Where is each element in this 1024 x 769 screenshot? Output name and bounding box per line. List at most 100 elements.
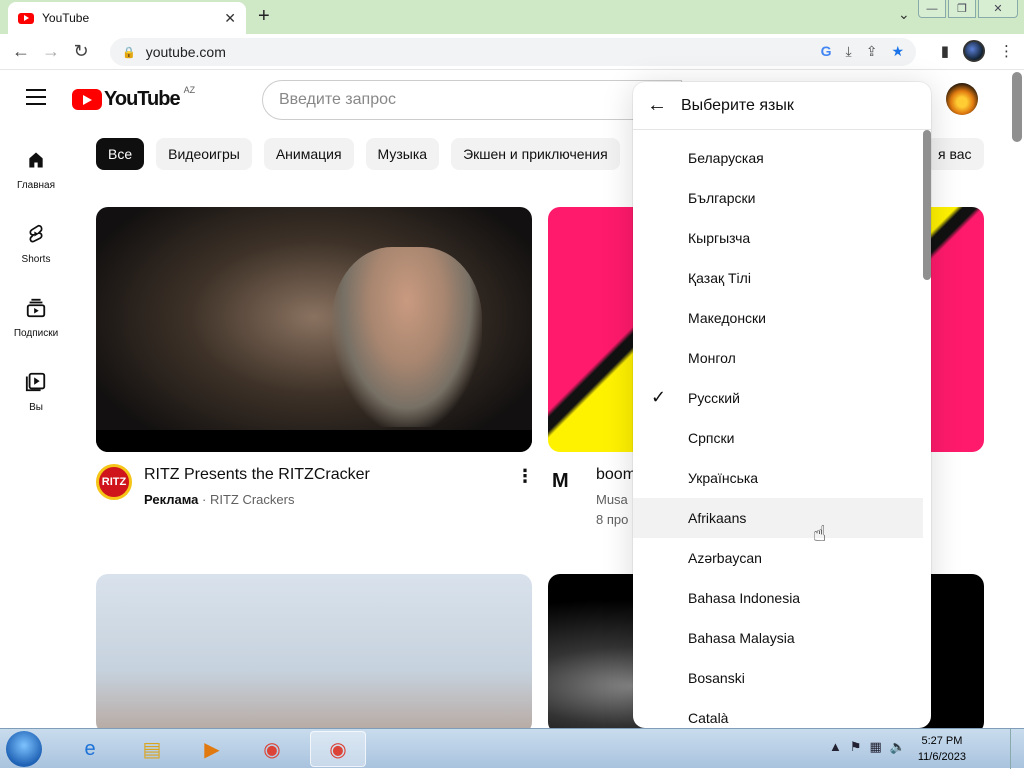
browser-toolbar: ← → ↻ 🔒 youtube.com G ⤓ ⇪ ★ ▮ ⋮ [0,34,1024,70]
language-option-label: Кыргызча [688,230,751,246]
library-icon [24,370,48,394]
video-thumbnail-ritz[interactable] [96,207,532,452]
language-option-label: Қазақ Тілі [688,270,751,286]
search-input[interactable]: Введите запрос [262,80,682,120]
menu-kebab-icon[interactable]: ⋮ [999,42,1014,60]
language-option[interactable]: Беларуская [633,138,923,178]
video-meta: Реклама · RITZ Crackers [144,492,295,507]
language-option[interactable]: Українська [633,458,923,498]
language-list: Беларуская Български Кыргызча Қазақ Тілі Мак… [633,138,923,728]
video-title[interactable]: boom [596,466,636,484]
window-controls: — ❐ ✕ [918,0,1018,18]
system-tray: ▲ ⚑ ▦ 🔈 [829,739,906,755]
tab-title: YouTube [42,11,90,25]
chip-animation[interactable]: Анимация [263,138,354,170]
share-icon[interactable]: ⇪ [866,43,878,60]
forward-arrow-icon[interactable]: → [36,41,66,62]
show-hidden-icons-icon[interactable]: ▲ [829,739,842,755]
language-option[interactable]: Bahasa Indonesia [633,578,923,618]
language-option[interactable]: Bosanski [633,658,923,698]
language-menu-scrollbar[interactable] [923,130,931,280]
chip-all[interactable]: Все [96,138,145,170]
mini-guide: Главная Shorts Подписки Вы [0,140,72,436]
checkmark-icon: ✓ [651,387,667,407]
language-option[interactable]: Català [633,698,923,728]
video-title[interactable]: RITZ Presents the RITZCracker [144,466,370,484]
profile-avatar-icon[interactable] [963,40,985,62]
install-app-icon[interactable]: ⤓ [846,43,852,60]
channel-name[interactable]: RITZ Crackers [210,492,295,507]
language-option-label: Afrikaans [688,510,747,526]
site-info-icon[interactable]: 🔒 [122,46,136,59]
reload-icon[interactable]: ↻ [66,41,96,62]
browser-tab-youtube[interactable]: YouTube ✕ [8,2,246,34]
ie-icon[interactable]: e [62,731,118,767]
chip-music[interactable]: Музыка [365,138,440,170]
channel-avatar-m[interactable]: M [552,470,569,493]
url-text: youtube.com [145,44,226,60]
region-code: AZ [183,84,196,95]
youtube-favicon-icon [18,12,34,24]
maximize-button[interactable]: ❐ [948,0,976,18]
guide-item-you[interactable]: Вы [0,362,72,436]
tab-search-chevron-icon[interactable]: ⌄ [898,6,910,23]
volume-icon[interactable]: 🔈 [890,739,906,755]
language-menu-header: ← Выберите язык [633,82,931,130]
language-option[interactable]: Български [633,178,923,218]
clock[interactable]: 5:27 PM 11/6/2023 [918,733,966,765]
chrome-active-icon[interactable]: ◉ [310,731,366,767]
address-bar[interactable]: 🔒 youtube.com G ⤓ ⇪ ★ [110,38,916,66]
chip-videogames[interactable]: Видеоигры [156,138,252,170]
windows-taskbar: e ▤ ▶ ◉ ◉ ▲ ⚑ ▦ 🔈 5:27 PM 11/6/2023 [0,728,1024,769]
chrome-icon[interactable]: ◉ [244,731,300,767]
language-menu-title: Выберите язык [681,96,794,114]
language-option[interactable]: ✓ Русский [633,378,923,418]
language-option[interactable]: Монгол [633,338,923,378]
guide-item-home[interactable]: Главная [0,140,72,214]
explorer-folder-icon[interactable]: ▤ [124,731,180,767]
language-option[interactable]: Bahasa Malaysia [633,618,923,658]
network-icon[interactable]: ▦ [870,739,882,755]
video-views: 8 про [596,512,629,527]
hand-cursor-icon: ☝ [813,521,827,546]
language-option[interactable]: Azərbaycan [633,538,923,578]
chip-for-you[interactable]: я вас [926,138,984,170]
language-option[interactable]: Қазақ Тілі [633,258,923,298]
bookmark-star-icon[interactable]: ★ [891,43,904,60]
action-center-icon[interactable]: ⚑ [850,739,862,755]
media-player-icon[interactable]: ▶ [184,731,240,767]
new-tab-button[interactable]: + [258,5,270,28]
channel-avatar-ritz[interactable]: RITZ [96,464,132,500]
language-option-label: Bahasa Malaysia [688,630,795,646]
account-avatar[interactable] [946,83,978,115]
start-button[interactable] [6,731,42,767]
back-arrow-icon[interactable]: ← [6,41,36,62]
side-panel-icon[interactable]: ▮ [941,42,949,60]
chip-action-adventure[interactable]: Экшен и приключения [451,138,620,170]
minimize-button[interactable]: — [918,0,946,18]
back-arrow-icon[interactable]: ← [647,94,667,117]
tab-close-icon[interactable]: ✕ [224,10,236,27]
close-window-button[interactable]: ✕ [978,0,1018,18]
video-thumbnail-pingu[interactable] [96,574,532,734]
youtube-logo[interactable]: YouTube AZ [72,84,196,111]
show-desktop-button[interactable] [1010,729,1024,769]
language-option-label: Bosanski [688,670,745,686]
language-option[interactable]: Српски [633,418,923,458]
home-icon [24,148,48,172]
more-actions-icon[interactable]: ⋮ [516,466,534,487]
language-option-label: Українська [688,470,759,486]
page-scrollbar[interactable] [1012,72,1022,142]
subscriptions-icon [24,296,48,320]
language-option[interactable]: Македонски [633,298,923,338]
language-option-label: Bahasa Indonesia [688,590,801,606]
hamburger-menu-icon[interactable] [26,89,46,110]
channel-name[interactable]: Musa [596,492,628,507]
guide-item-subscriptions[interactable]: Подписки [0,288,72,362]
language-option[interactable]: Afrikaans [633,498,923,538]
ad-badge: Реклама [144,492,199,507]
guide-item-shorts[interactable]: Shorts [0,214,72,288]
google-lens-icon[interactable]: G [821,43,832,60]
language-option-label: Монгол [688,350,736,366]
language-option[interactable]: Кыргызча [633,218,923,258]
